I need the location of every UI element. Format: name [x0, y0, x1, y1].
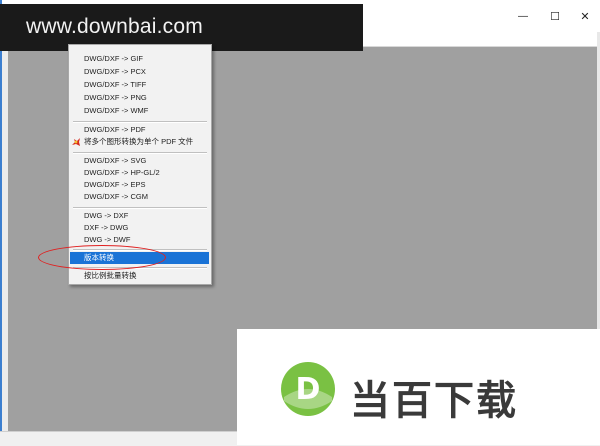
menu-item-dwg-to-pdf[interactable]: DWG/DXF -> PDF: [69, 124, 211, 136]
menu-separator: [73, 121, 207, 123]
menu-item-dwg-to-eps[interactable]: DWG/DXF -> EPS: [69, 179, 211, 191]
close-icon: ✕: [580, 10, 590, 23]
menu-item-dwg-to-wmf[interactable]: DWG/DXF -> WMF: [69, 105, 211, 117]
menu-item-dxf-to-dwg[interactable]: DXF -> DWG: [69, 222, 211, 234]
minimize-button[interactable]: —: [508, 0, 538, 32]
watermark-site: www.downbai.com: [26, 15, 203, 38]
minimize-icon: —: [518, 10, 528, 22]
menu-separator: [73, 152, 207, 154]
maximize-button[interactable]: ☐: [540, 0, 570, 32]
menu-item-dwg-to-dxf[interactable]: DWG -> DXF: [69, 210, 211, 222]
menu-separator: [73, 207, 207, 209]
menu-item-batch-scale-convert[interactable]: 按比例批量转换: [69, 270, 211, 282]
menu-item-dwg-to-hpgl2[interactable]: DWG/DXF -> HP-GL/2: [69, 167, 211, 179]
menu-item-dwg-to-pcx[interactable]: DWG/DXF -> PCX: [69, 66, 211, 78]
logo-d-icon: D: [281, 362, 335, 416]
close-button[interactable]: ✕: [570, 0, 600, 32]
pdf-icon: [72, 138, 80, 146]
annotation-ellipse: [38, 245, 166, 270]
menu-item-dwg-to-tiff[interactable]: DWG/DXF -> TIFF: [69, 79, 211, 91]
logo-letter: D: [296, 372, 321, 407]
menu-item-dwg-to-svg[interactable]: DWG/DXF -> SVG: [69, 155, 211, 167]
maximize-icon: ☐: [550, 10, 560, 23]
menu-item-dwg-to-png[interactable]: DWG/DXF -> PNG: [69, 92, 211, 104]
menu-item-dwg-to-gif[interactable]: DWG/DXF -> GIF: [69, 53, 211, 65]
menu-item-multi-pdf[interactable]: 将多个图形转换为单个 PDF 文件: [69, 136, 211, 148]
logo-text: 当百下载: [350, 378, 518, 424]
menu-item-dwg-to-cgm[interactable]: DWG/DXF -> CGM: [69, 191, 211, 203]
